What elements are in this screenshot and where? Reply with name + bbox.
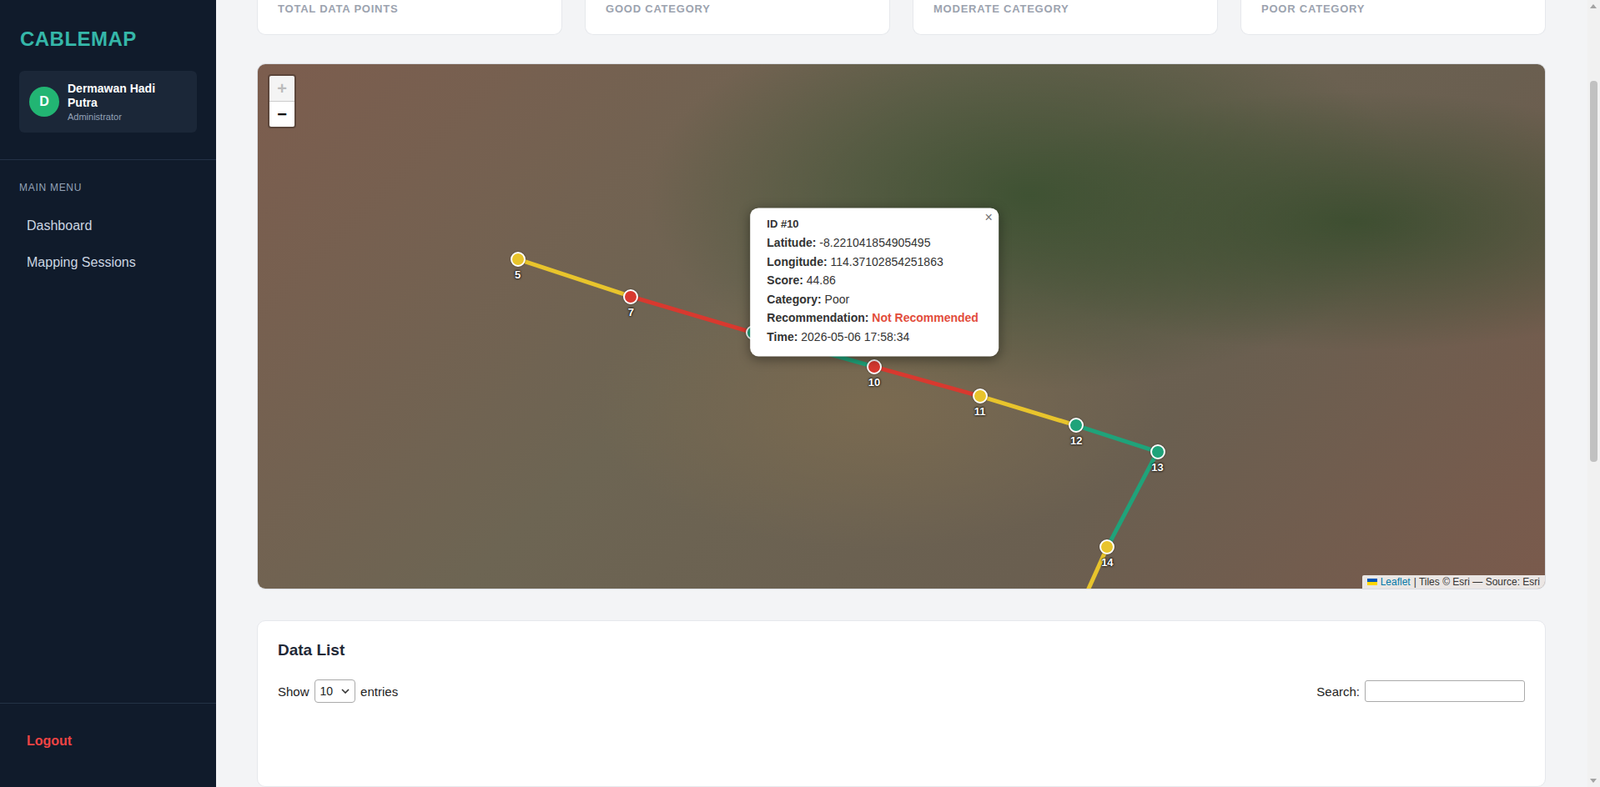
stat-card: POOR CATEGORY <box>1240 0 1546 36</box>
chevron-down-icon <box>341 689 350 695</box>
stat-card: GOOD CATEGORY <box>584 0 891 36</box>
marker-label: 11 <box>974 405 987 418</box>
map-marker[interactable] <box>1099 539 1115 555</box>
logout-button[interactable]: Logout <box>19 704 197 787</box>
scroll-thumb[interactable] <box>1589 80 1598 463</box>
popup-field: Time: 2026-05-06 17:58:34 <box>766 327 979 348</box>
marker-label: 5 <box>514 268 521 282</box>
route-segment <box>980 396 1077 426</box>
search-control: Search: <box>1316 680 1525 703</box>
route-segment <box>874 367 981 397</box>
user-role: Administrator <box>67 111 187 122</box>
scroll-track <box>1587 12 1600 775</box>
attribution-text: | Tiles © Esri — Source: Esri <box>1413 576 1540 589</box>
menu: Dashboard Mapping Sessions <box>19 215 197 274</box>
user-info: Dermawan Hadi PutraAdministrator <box>67 81 187 122</box>
sidebar: CABLEMAP DDermawan Hadi PutraAdministrato… <box>0 0 217 787</box>
flag-icon <box>1367 578 1378 586</box>
marker-label: 14 <box>1101 556 1113 569</box>
popup-field: Longitude: 114.37102854251863 <box>766 252 979 272</box>
route-segment <box>1076 425 1158 452</box>
popup-field: Category: Poor <box>766 290 979 310</box>
user-card: DDermawan Hadi PutraAdministrator <box>19 70 197 133</box>
popup-title: ID #10 <box>766 217 979 231</box>
zoom-control: +− <box>267 74 297 129</box>
map-marker[interactable] <box>1150 444 1166 460</box>
leaflet-link[interactable]: Leaflet <box>1380 576 1411 589</box>
stat-card: MODERATE CATEGORY <box>912 0 1218 36</box>
map-marker[interactable] <box>972 388 988 404</box>
map-marker[interactable] <box>1068 417 1084 433</box>
popup-field: Score: 44.86 <box>766 271 979 292</box>
divider <box>0 159 217 161</box>
stats-row: TOTAL DATA POINTS GOOD CATEGORY MODERATE C… <box>256 0 1546 36</box>
avatar: D <box>29 86 60 117</box>
table-controls: Show10entries Search: <box>277 679 1525 704</box>
menu-title: MAIN MENU <box>19 181 197 194</box>
stat-card: TOTAL DATA POINTS <box>256 0 563 36</box>
stat-label: MODERATE CATEGORY <box>933 2 1070 16</box>
route-segment <box>1106 452 1158 548</box>
map-marker[interactable] <box>623 289 639 305</box>
stat-label: POOR CATEGORY <box>1261 2 1365 16</box>
popup-field: Latitude: -8.221041854905495 <box>766 233 979 253</box>
zoom-out-button[interactable]: − <box>269 100 295 127</box>
search-input[interactable] <box>1364 680 1525 703</box>
popup-close-button[interactable]: × <box>985 210 993 226</box>
sidebar-item[interactable]: Dashboard <box>19 215 197 237</box>
route-segment <box>518 259 632 297</box>
data-list-title: Data List <box>277 641 1525 660</box>
scroll-up-icon[interactable] <box>1587 0 1600 13</box>
marker-popup: × ID #10 Latitude: -8.221041854905495Longi… <box>749 207 999 358</box>
map[interactable]: 5 7 10 11 12 13 14 +− × ID #10 Latitude: -8.221041… <box>256 63 1546 590</box>
stat-label: TOTAL DATA POINTS <box>277 2 398 16</box>
main-content: TOTAL DATA POINTS GOOD CATEGORY MODERATE C… <box>216 0 1588 787</box>
marker-label: 12 <box>1070 434 1082 448</box>
page-size-select[interactable]: 10 <box>314 679 357 704</box>
marker-label: 7 <box>628 306 634 319</box>
marker-label: 10 <box>868 376 881 389</box>
map-marker[interactable] <box>866 359 882 375</box>
scrollbar[interactable] <box>1587 0 1600 787</box>
data-list-card: Data List Show10entries Search: <box>256 620 1546 787</box>
map-marker[interactable] <box>510 251 526 267</box>
route-segment <box>630 296 754 333</box>
marker-label: 13 <box>1151 461 1163 474</box>
scroll-down-icon[interactable] <box>1587 774 1600 787</box>
page-size-control: Show10entries <box>277 679 398 704</box>
popup-field: Recommendation: Not Recommended <box>766 309 979 329</box>
app: CABLEMAP DDermawan Hadi PutraAdministrato… <box>0 0 1600 787</box>
stat-label: GOOD CATEGORY <box>605 2 711 16</box>
divider <box>0 703 217 705</box>
sidebar-item[interactable]: Mapping Sessions <box>19 251 197 274</box>
user-name: Dermawan Hadi Putra <box>67 81 187 111</box>
logo[interactable]: CABLEMAP <box>19 27 197 51</box>
attribution: Leaflet| Tiles © Esri — Source: Esri <box>1362 575 1545 589</box>
zoom-in-button[interactable]: + <box>269 75 295 101</box>
